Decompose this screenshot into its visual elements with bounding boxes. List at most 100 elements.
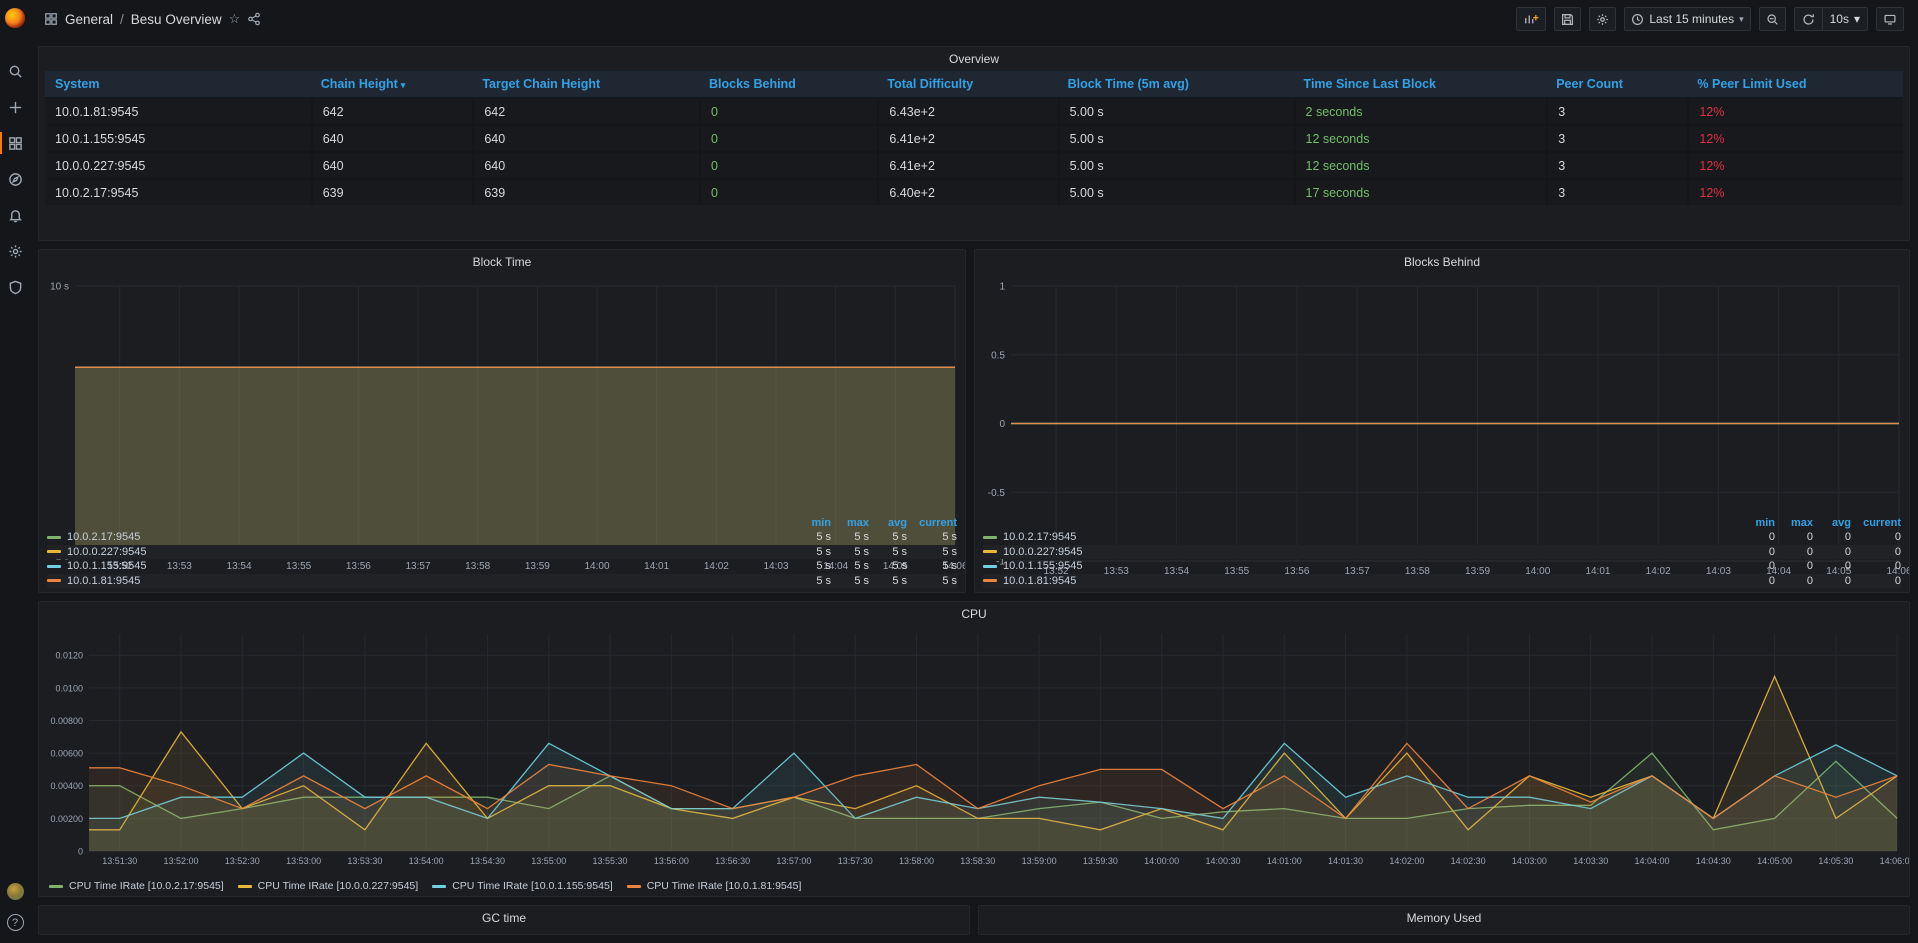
legend-col-min[interactable]: min (793, 517, 831, 529)
overview-table-body: 10.0.1.81:954564264206.43e+25.00 s2 seco… (45, 97, 1903, 205)
legend-col-max[interactable]: max (1775, 517, 1813, 529)
cell-peer_count: 3 (1546, 126, 1687, 151)
legend-value: 5 s (907, 546, 957, 558)
column-header-total_difficulty[interactable]: Total Difficulty (877, 77, 1057, 91)
column-header-blocks_behind[interactable]: Blocks Behind (699, 77, 877, 91)
grafana-logo-icon (5, 8, 25, 28)
column-header-time_since_last_block[interactable]: Time Since Last Block (1294, 77, 1547, 91)
save-icon (1561, 13, 1574, 26)
series-name[interactable]: 10.0.1.81:9545 (67, 575, 140, 587)
table-row: 10.0.2.17:954563963906.40e+25.00 s17 sec… (45, 178, 1903, 205)
panel-block-time-title[interactable]: Block Time (39, 250, 965, 274)
legend-value: 0 (1851, 575, 1901, 587)
column-header-peer_limit_used[interactable]: % Peer Limit Used (1687, 77, 1903, 91)
svg-text:10 s: 10 s (50, 282, 69, 293)
refresh-interval-label: 10s (1830, 12, 1849, 26)
panel-gc-time-title[interactable]: GC time (39, 906, 969, 930)
dashboard-grid-icon (44, 12, 58, 26)
legend-col-avg[interactable]: avg (1813, 517, 1851, 529)
legend-item[interactable]: CPU Time IRate [10.0.1.155:9545] (432, 880, 613, 892)
svg-text:14:05:00: 14:05:00 (1757, 856, 1792, 866)
series-swatch-icon[interactable] (47, 536, 61, 539)
series-swatch-icon[interactable] (47, 579, 61, 582)
series-name[interactable]: 10.0.1.155:9545 (67, 560, 147, 572)
time-range-picker[interactable]: Last 15 minutes ▾ (1624, 7, 1750, 31)
cell-time_since_last_block: 12 seconds (1294, 126, 1547, 151)
cpu-chart[interactable]: 0.01200.01000.008000.006000.004000.00200… (39, 626, 1909, 878)
legend-col-current[interactable]: current (1851, 517, 1901, 529)
series-name[interactable]: 10.0.1.155:9545 (1003, 560, 1083, 572)
zoom-out-button[interactable] (1759, 7, 1786, 31)
svg-text:14:05:30: 14:05:30 (1818, 856, 1853, 866)
panel-memory-used: Memory Used (978, 905, 1910, 935)
cell-target_chain_height: 642 (472, 99, 699, 124)
cell-peer_count: 3 (1546, 153, 1687, 178)
help-icon[interactable]: ? (7, 914, 24, 931)
sidebar-item-explore[interactable] (0, 166, 30, 192)
cell-peer_limit_used: 12% (1687, 180, 1903, 205)
shield-icon (8, 280, 23, 295)
legend-col-max[interactable]: max (831, 517, 869, 529)
sidebar-item-configuration[interactable] (0, 238, 30, 264)
series-name[interactable]: 10.0.1.81:9545 (1003, 575, 1076, 587)
svg-text:13:51:30: 13:51:30 (102, 856, 137, 866)
svg-text:0.0100: 0.0100 (55, 683, 83, 693)
panel-blocks-behind-title[interactable]: Blocks Behind (975, 250, 1909, 274)
star-icon[interactable]: ☆ (229, 11, 241, 27)
series-name[interactable]: 10.0.2.17:9545 (1003, 531, 1076, 543)
cell-peer_count: 3 (1546, 180, 1687, 205)
series-swatch-icon[interactable] (983, 536, 997, 539)
series-name[interactable]: 10.0.0.227:9545 (67, 546, 147, 558)
search-icon (8, 64, 23, 79)
breadcrumb-separator: / (120, 12, 124, 27)
series-swatch-icon[interactable] (47, 565, 61, 568)
series-name[interactable]: 10.0.2.17:9545 (67, 531, 140, 543)
series-swatch-icon[interactable] (47, 550, 61, 553)
sidebar-item-server-admin[interactable] (0, 274, 30, 300)
breadcrumb-section[interactable]: General (65, 12, 113, 27)
column-header-chain_height[interactable]: Chain Height▾ (311, 77, 473, 91)
panel-overview-title[interactable]: Overview (39, 47, 1909, 71)
blocks-behind-chart[interactable]: 10.50-0.5-113:5213:5313:5413:5513:5613:5… (975, 274, 1909, 516)
refresh-button[interactable] (1795, 8, 1822, 30)
refresh-picker: 10s ▾ (1794, 7, 1868, 31)
legend-item[interactable]: CPU Time IRate [10.0.2.17:9545] (49, 880, 224, 892)
cell-target_chain_height: 640 (472, 153, 699, 178)
series-name[interactable]: 10.0.0.227:9545 (1003, 546, 1083, 558)
legend-item[interactable]: CPU Time IRate [10.0.1.81:9545] (627, 880, 802, 892)
svg-text:13:54:30: 13:54:30 (470, 856, 505, 866)
tv-mode-button[interactable] (1876, 7, 1904, 31)
sidebar-item-search[interactable] (0, 58, 30, 84)
grafana-logo[interactable] (0, 0, 30, 36)
share-icon[interactable] (247, 12, 261, 26)
legend-col-avg[interactable]: avg (869, 517, 907, 529)
panel-cpu-title[interactable]: CPU (39, 602, 1909, 626)
save-dashboard-button[interactable] (1554, 7, 1581, 31)
column-header-target_chain_height[interactable]: Target Chain Height (472, 77, 699, 91)
block-time-chart[interactable]: 10 s1 s13:5213:5313:5413:5513:5613:5713:… (39, 274, 965, 516)
dashboard-settings-button[interactable] (1589, 7, 1616, 31)
sidebar-item-create[interactable] (0, 94, 30, 120)
panel-blocks-behind: Blocks Behind 10.50-0.5-113:5213:5313:54… (974, 249, 1910, 593)
breadcrumb-title[interactable]: Besu Overview (131, 12, 222, 27)
compass-icon (8, 172, 23, 187)
series-swatch-icon[interactable] (983, 579, 997, 582)
svg-text:14:00:30: 14:00:30 (1205, 856, 1240, 866)
svg-text:14:01:30: 14:01:30 (1328, 856, 1363, 866)
series-swatch-icon[interactable] (983, 550, 997, 553)
refresh-interval-dropdown[interactable]: 10s ▾ (1822, 8, 1867, 30)
sidebar-item-dashboards[interactable] (0, 130, 30, 156)
legend-col-current[interactable]: current (907, 517, 957, 529)
column-header-peer_count[interactable]: Peer Count (1546, 77, 1687, 91)
column-header-system[interactable]: System (45, 77, 311, 91)
series-swatch-icon[interactable] (983, 565, 997, 568)
chevron-down-icon: ▾ (1739, 14, 1744, 25)
panel-memory-used-title[interactable]: Memory Used (979, 906, 1909, 930)
legend-item[interactable]: CPU Time IRate [10.0.0.227:9545] (238, 880, 419, 892)
legend-row: 10.0.0.227:95455 s5 s5 s5 s (47, 545, 957, 560)
legend-col-min[interactable]: min (1737, 517, 1775, 529)
user-avatar[interactable] (7, 883, 24, 900)
sidebar-item-alerting[interactable] (0, 202, 30, 228)
add-panel-button[interactable] (1516, 7, 1546, 31)
column-header-block_time[interactable]: Block Time (5m avg) (1058, 77, 1294, 91)
